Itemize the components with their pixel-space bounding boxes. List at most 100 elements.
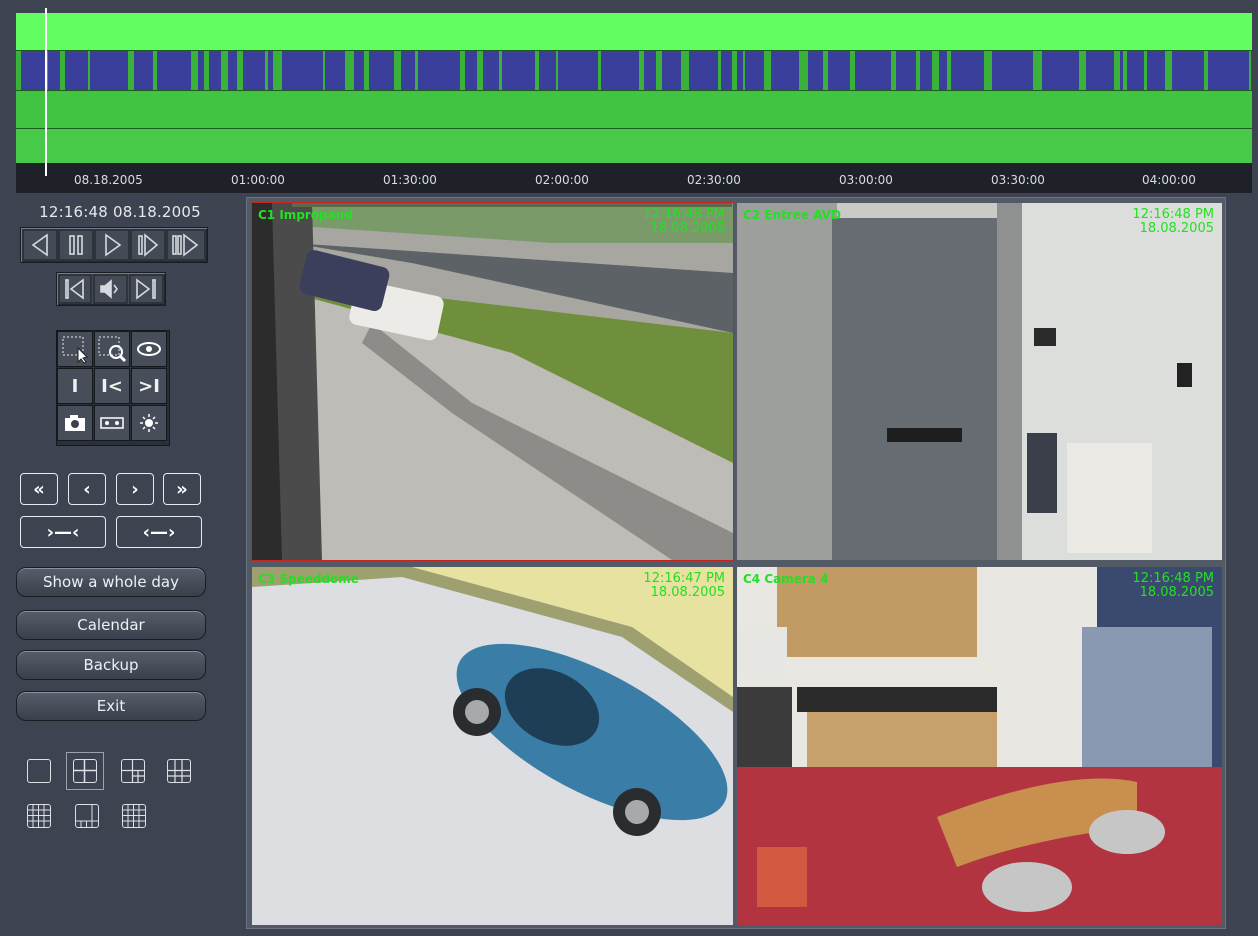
mark-out-button[interactable]: >I bbox=[131, 368, 167, 404]
recording-segment bbox=[662, 51, 681, 90]
camera-2-date: 18.08.2005 bbox=[1139, 221, 1214, 236]
recording-segment bbox=[539, 51, 556, 90]
recording-segment bbox=[1086, 51, 1114, 90]
jump-first-button[interactable]: « bbox=[20, 473, 58, 505]
cursor-button[interactable]: I bbox=[57, 368, 93, 404]
camera-1-time: 12:16:48 PM bbox=[643, 207, 725, 222]
recording-segment bbox=[268, 51, 273, 90]
brightness-icon bbox=[140, 414, 158, 432]
jump-prev-button[interactable]: ‹ bbox=[68, 473, 106, 505]
timeline-playhead[interactable] bbox=[45, 8, 47, 176]
recording-segment bbox=[198, 51, 204, 90]
timeline-track-4 bbox=[16, 129, 1252, 163]
recording-segment bbox=[721, 51, 732, 90]
layout-grid-b-glyph bbox=[76, 805, 98, 827]
recording-segment bbox=[483, 51, 499, 90]
tape-button[interactable] bbox=[94, 405, 130, 441]
tick-label: 02:00:00 bbox=[535, 173, 589, 187]
camera-4-time: 12:16:48 PM bbox=[1132, 571, 1214, 586]
view-button[interactable] bbox=[131, 331, 167, 367]
recording-segment bbox=[689, 51, 718, 90]
camera-view-4[interactable]: C4 Camera 4 12:16:48 PM 18.08.2005 bbox=[737, 567, 1222, 925]
zoom-region-icon bbox=[98, 336, 127, 363]
recording-segment bbox=[1147, 51, 1165, 90]
camera-2-label: C2 Entree AVD bbox=[743, 208, 841, 222]
recording-segment bbox=[896, 51, 916, 90]
camera-grid: C1 Impropand 12:16:48 PM 18.08.2005 C2 E… bbox=[246, 197, 1226, 929]
mark-out-icon: >I bbox=[138, 375, 160, 397]
zoom-in-timeline-button[interactable]: ›—‹ bbox=[20, 516, 106, 548]
rewind-button[interactable] bbox=[22, 229, 56, 261]
layout-2x2-icon[interactable] bbox=[73, 759, 97, 783]
recording-segment bbox=[502, 51, 535, 90]
camera-3-date: 18.08.2005 bbox=[650, 585, 725, 600]
audio-button[interactable] bbox=[93, 274, 126, 304]
cursor-i-icon: I bbox=[71, 375, 79, 397]
zoom-out-timeline-button[interactable]: ‹—› bbox=[116, 516, 202, 548]
camera-2-image bbox=[737, 203, 1222, 560]
recording-segment bbox=[418, 51, 460, 90]
recording-segment bbox=[855, 51, 891, 90]
backup-button[interactable]: Backup bbox=[16, 650, 206, 680]
tick-label: 08.18.2005 bbox=[74, 173, 143, 187]
timeline-ticks: 08.18.2005 01:00:00 01:30:00 02:00:00 02… bbox=[16, 163, 1252, 193]
recording-segment bbox=[354, 51, 364, 90]
mark-in-button[interactable]: I< bbox=[94, 368, 130, 404]
recording-segment bbox=[1120, 51, 1123, 90]
jump-last-button[interactable]: » bbox=[163, 473, 201, 505]
fast-forward-button[interactable] bbox=[166, 229, 204, 261]
recording-segment bbox=[771, 51, 799, 90]
jump-next-button[interactable]: › bbox=[116, 473, 154, 505]
tick-label: 03:30:00 bbox=[991, 173, 1045, 187]
recording-segment bbox=[808, 51, 823, 90]
brightness-button[interactable] bbox=[131, 405, 167, 441]
tick-label: 04:00:00 bbox=[1142, 173, 1196, 187]
step-forward-button[interactable] bbox=[130, 229, 164, 261]
pause-button[interactable] bbox=[58, 229, 92, 261]
layout-1x1-icon[interactable] bbox=[27, 759, 51, 783]
layout-grid-b-icon[interactable] bbox=[75, 804, 99, 828]
timeline-track-3 bbox=[16, 91, 1252, 129]
layout-grid-c-glyph bbox=[123, 805, 145, 827]
recording-segment bbox=[369, 51, 394, 90]
play-button[interactable] bbox=[94, 229, 128, 261]
camera-view-2[interactable]: C2 Entree AVD 12:16:48 PM 18.08.2005 bbox=[737, 203, 1222, 560]
recording-segment bbox=[1042, 51, 1079, 90]
layout-grid-c-icon[interactable] bbox=[122, 804, 146, 828]
recording-segment bbox=[282, 51, 323, 90]
snapshot-button[interactable] bbox=[57, 405, 93, 441]
select-region-button[interactable] bbox=[57, 331, 93, 367]
skip-end-button[interactable] bbox=[129, 274, 162, 304]
camera-2-time: 12:16:48 PM bbox=[1132, 207, 1214, 222]
recording-segment bbox=[601, 51, 639, 90]
layout-3x3-icon[interactable] bbox=[121, 759, 145, 783]
zoom-region-button[interactable] bbox=[94, 331, 130, 367]
skip-start-button[interactable] bbox=[58, 274, 90, 304]
show-whole-day-button[interactable]: Show a whole day bbox=[16, 567, 206, 597]
recording-segment bbox=[228, 51, 237, 90]
camera-4-image bbox=[737, 567, 1222, 925]
recording-segment bbox=[1251, 51, 1252, 90]
recording-segment bbox=[48, 51, 60, 90]
eye-icon bbox=[137, 342, 161, 356]
current-time-display: 12:16:48 08.18.2005 bbox=[39, 203, 201, 221]
timeline-track-recording bbox=[16, 51, 1252, 91]
camera-view-3[interactable]: C3 Speeddome 12:16:47 PM 18.08.2005 bbox=[252, 567, 733, 925]
layout-3x3-glyph bbox=[122, 760, 144, 782]
snapshot-icon bbox=[65, 415, 85, 431]
recording-timeline[interactable] bbox=[16, 13, 1252, 163]
select-region-icon bbox=[62, 336, 88, 364]
calendar-button[interactable]: Calendar bbox=[16, 610, 206, 640]
exit-button[interactable]: Exit bbox=[16, 691, 206, 721]
layout-grid-a-icon[interactable] bbox=[27, 804, 51, 828]
timeline-track-motion bbox=[16, 13, 1252, 51]
layout-4x4-icon[interactable] bbox=[167, 759, 191, 783]
camera-view-1[interactable]: C1 Impropand 12:16:48 PM 18.08.2005 bbox=[251, 202, 734, 561]
recording-segment bbox=[939, 51, 947, 90]
recording-segment bbox=[1172, 51, 1204, 90]
recording-segment bbox=[1127, 51, 1144, 90]
recording-segment bbox=[325, 51, 345, 90]
camera-1-image bbox=[252, 203, 733, 560]
camera-4-label: C4 Camera 4 bbox=[743, 572, 829, 586]
tick-label: 01:30:00 bbox=[383, 173, 437, 187]
